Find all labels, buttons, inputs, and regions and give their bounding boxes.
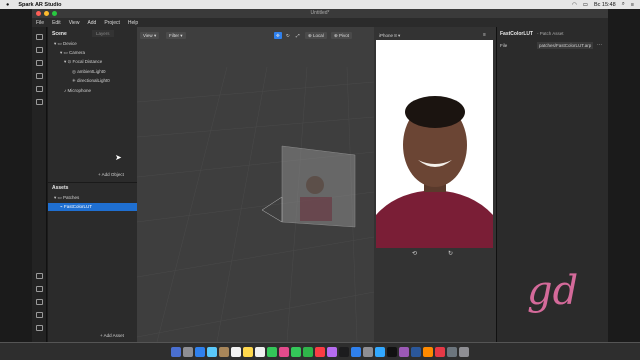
- viewport-grid: [137, 66, 374, 342]
- photoshop-icon[interactable]: [375, 346, 385, 357]
- menu-add[interactable]: Add: [87, 20, 96, 26]
- menu-project[interactable]: Project: [104, 20, 120, 26]
- phone-preview: [376, 40, 493, 248]
- finder-icon[interactable]: [171, 346, 181, 357]
- viewport[interactable]: View ▾ Filter ▾ ✥ ↻ ⤢ ⊕ Local ⊕ Pivot: [137, 27, 374, 342]
- tree-item-device[interactable]: ▾ ▭ Device: [54, 41, 77, 47]
- tv-icon[interactable]: [339, 346, 349, 357]
- scene-panel: Scene Layers ▾ ▭ Device ▾ ▭ Camera ▾ ⊙ F…: [48, 27, 137, 342]
- clock[interactable]: Вс 15:48: [594, 2, 616, 8]
- scale-tool-button[interactable]: ⤢: [294, 32, 302, 39]
- menu-list-icon[interactable]: ≡: [631, 2, 634, 8]
- zoom-window-button[interactable]: [52, 11, 57, 16]
- window-title: Untitled*: [310, 10, 330, 16]
- battery-icon[interactable]: ▭: [583, 2, 588, 8]
- app-store-icon[interactable]: [351, 346, 361, 357]
- inspector-title: FastColorLUT: [500, 31, 534, 37]
- apple-icon[interactable]: ●: [6, 2, 9, 8]
- move-tool-button[interactable]: ✥: [274, 32, 282, 39]
- minimize-window-button[interactable]: [44, 11, 49, 16]
- import-icon[interactable]: [35, 273, 43, 279]
- sync-icon[interactable]: [35, 86, 43, 92]
- layers-tab[interactable]: Layers: [92, 30, 114, 37]
- macos-menu-bar: ● Spark AR Studio ◠ ▭ Вс 15:48 ⌕ ≡: [0, 0, 640, 9]
- podcasts-icon[interactable]: [327, 346, 337, 357]
- app-icon-2[interactable]: [435, 346, 445, 357]
- file-more-button[interactable]: ···: [597, 42, 602, 48]
- file-path-field[interactable]: patches/FastColorLUT.arp: [537, 42, 594, 49]
- reminders-icon[interactable]: [255, 346, 265, 357]
- scene-tool-icon[interactable]: [35, 34, 43, 40]
- tree-item-microphone[interactable]: ♪ Microphone: [64, 88, 91, 93]
- code-icon[interactable]: [35, 73, 43, 79]
- menu-edit[interactable]: Edit: [52, 20, 61, 26]
- macos-dock: [0, 342, 640, 360]
- desktop-left: [0, 9, 32, 342]
- safari-icon[interactable]: [195, 346, 205, 357]
- calendar-icon[interactable]: [231, 346, 241, 357]
- asset-folder-patches[interactable]: ▾ ▭ Patches: [54, 195, 79, 201]
- window-title-bar: Untitled*: [32, 9, 608, 18]
- trash-icon[interactable]: [459, 346, 469, 357]
- desktop-right: [608, 9, 640, 342]
- camera-preview-image: [376, 40, 493, 248]
- tree-item-camera[interactable]: ▾ ▭ Camera: [60, 50, 85, 56]
- messages-icon[interactable]: [291, 346, 301, 357]
- restart-icon[interactable]: ↻: [448, 250, 453, 257]
- search-tool-icon[interactable]: [35, 99, 43, 105]
- tree-item-focal-distance[interactable]: ▾ ⊙ Focal Distance: [64, 59, 102, 65]
- assets-title: Assets: [52, 185, 69, 191]
- divider: [48, 182, 137, 183]
- photos-icon[interactable]: [279, 346, 289, 357]
- pivot-toggle[interactable]: ⊕ Pivot: [331, 32, 353, 39]
- add-object-button[interactable]: + Add Object: [98, 172, 124, 177]
- mail-icon[interactable]: [207, 346, 217, 357]
- tree-item-directional-light[interactable]: ✳ directionalLight0: [72, 78, 110, 84]
- word-icon[interactable]: [411, 346, 421, 357]
- app-name[interactable]: Spark AR Studio: [18, 2, 61, 8]
- menu-view[interactable]: View: [69, 20, 80, 26]
- delete-icon[interactable]: [35, 312, 43, 318]
- tool-rail: [32, 27, 47, 342]
- app-menu-bar: File Edit View Add Project Help: [32, 18, 608, 27]
- inspector-subtitle: - Patch Asset: [537, 31, 564, 36]
- rotate-device-icon[interactable]: ⟲: [412, 250, 417, 257]
- rotate-tool-button[interactable]: ↻: [284, 32, 292, 39]
- facetime-icon[interactable]: [303, 346, 313, 357]
- simulator-menu-icon[interactable]: ≡: [483, 32, 486, 38]
- library-icon[interactable]: [35, 299, 43, 305]
- scene-title: Scene: [52, 31, 67, 37]
- music-icon[interactable]: [315, 346, 325, 357]
- file-label: File: [500, 43, 508, 48]
- mouse-cursor-icon: ➤: [115, 153, 122, 162]
- export-icon[interactable]: [35, 286, 43, 292]
- app-icon[interactable]: [423, 346, 433, 357]
- wifi-icon[interactable]: ◠: [572, 2, 577, 8]
- contacts-icon[interactable]: [219, 346, 229, 357]
- add-asset-button[interactable]: + Add Asset: [100, 333, 124, 338]
- terminal-icon[interactable]: [387, 346, 397, 357]
- filter-dropdown[interactable]: Filter ▾: [166, 32, 186, 39]
- menu-file[interactable]: File: [36, 20, 44, 26]
- help-icon[interactable]: [35, 325, 43, 331]
- maps-icon[interactable]: [267, 346, 277, 357]
- device-dropdown[interactable]: iPhone 8 ▾: [379, 33, 400, 39]
- notes-icon[interactable]: [243, 346, 253, 357]
- assets-tool-icon[interactable]: [35, 47, 43, 53]
- system-preferences-icon[interactable]: [363, 346, 373, 357]
- search-icon[interactable]: ⌕: [622, 1, 625, 8]
- asset-item-fastcolorlut[interactable]: ⌁ FastColorLUT: [48, 203, 137, 211]
- close-window-button[interactable]: [36, 11, 41, 16]
- tree-item-ambient-light[interactable]: ◎ ambientLight0: [72, 69, 105, 75]
- launchpad-icon[interactable]: [183, 346, 193, 357]
- watermark-logo: gd: [527, 268, 579, 314]
- local-toggle[interactable]: ⊕ Local: [305, 32, 327, 39]
- view-dropdown[interactable]: View ▾: [140, 32, 160, 39]
- menu-help[interactable]: Help: [128, 20, 138, 26]
- patch-editor-icon[interactable]: [35, 60, 43, 66]
- spark-ar-icon[interactable]: [399, 346, 409, 357]
- downloads-folder-icon[interactable]: [447, 346, 457, 357]
